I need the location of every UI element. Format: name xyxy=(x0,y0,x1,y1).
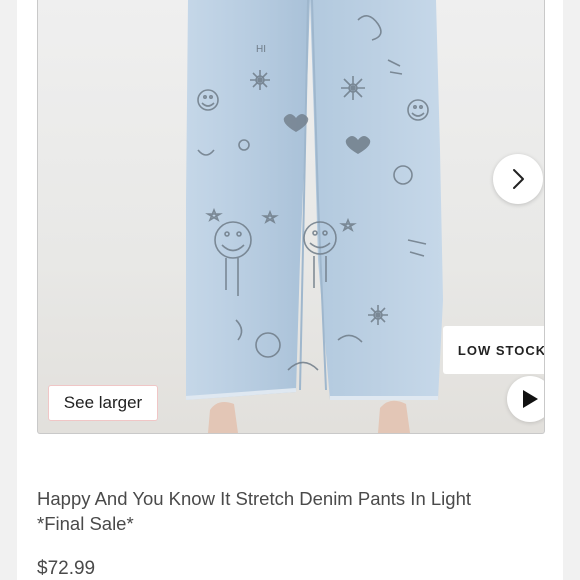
low-stock-badge: LOW STOCK xyxy=(443,326,544,374)
product-price: $72.99 xyxy=(37,558,96,579)
next-image-button[interactable] xyxy=(493,154,543,204)
product-image-carousel[interactable]: HI LOW STOCK See larger xyxy=(37,0,545,434)
product-title-line1: Happy And You Know It Stretch Denim Pant… xyxy=(37,488,471,509)
play-icon xyxy=(523,390,538,408)
doodle-text: HI xyxy=(256,44,266,55)
play-video-button[interactable] xyxy=(507,376,544,422)
product-title-line2: *Final Sale* xyxy=(37,513,134,534)
see-larger-button[interactable]: See larger xyxy=(48,385,158,421)
product-card: HI LOW STOCK See larger Happy And You Kn… xyxy=(17,0,563,580)
product-title: Happy And You Know It Stretch Denim Pant… xyxy=(37,486,537,536)
chevron-right-icon xyxy=(513,169,524,189)
